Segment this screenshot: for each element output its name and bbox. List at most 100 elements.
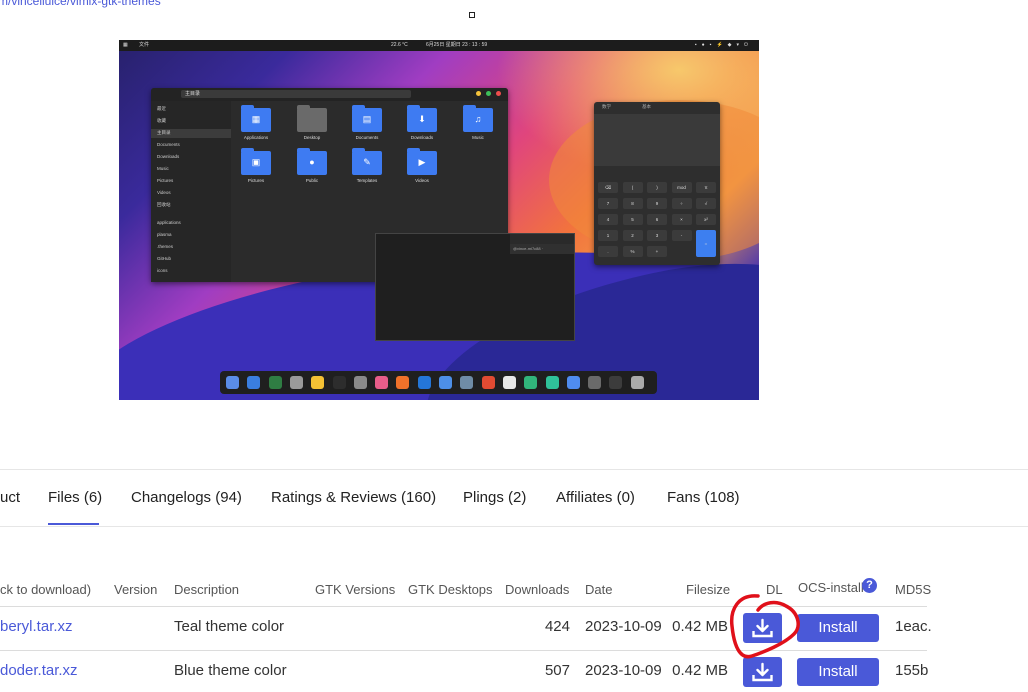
dock-app-icon[interactable] — [332, 376, 346, 389]
calc-key[interactable]: ( — [622, 182, 643, 193]
tab-files[interactable]: Files (6) — [48, 489, 102, 506]
sidebar-item[interactable]: Documents — [157, 142, 180, 147]
col-header-downloads[interactable]: Downloads — [505, 582, 569, 597]
calc-key[interactable]: % — [622, 246, 643, 257]
tab-affiliates[interactable]: Affiliates (0) — [556, 489, 635, 506]
close-dot-icon — [496, 91, 501, 96]
dock-app-icon[interactable] — [396, 376, 410, 389]
dock-app-icon[interactable] — [417, 376, 431, 389]
sidebar-item[interactable]: .themes — [157, 244, 173, 249]
sidebar-item[interactable]: GitHub — [157, 256, 171, 261]
dock-app-icon[interactable] — [311, 376, 325, 389]
dock-app-icon[interactable] — [247, 376, 261, 389]
install-button[interactable]: Install — [797, 658, 879, 686]
tab-fans[interactable]: Fans (108) — [667, 489, 740, 506]
calc-key[interactable]: × — [671, 214, 692, 225]
folder-item[interactable]: ▶ Videos — [404, 148, 440, 183]
folder-item[interactable]: ♫ Music — [460, 105, 496, 140]
calc-key[interactable]: 8 — [622, 198, 643, 209]
folder-item[interactable]: ▣ Pictures — [238, 148, 274, 183]
folder-item[interactable]: ⬇ Downloads — [404, 105, 440, 140]
calculator-window: 数学 基本 ⌫()modπ789÷√456×x²123-0.%+= — [594, 102, 720, 265]
col-header-gtk-desktops[interactable]: GTK Desktops — [408, 582, 493, 597]
dock-app-icon[interactable] — [289, 376, 303, 389]
sidebar-item[interactable]: Music — [157, 166, 169, 171]
template-icon: ✎ — [352, 148, 382, 175]
dock-app-icon[interactable] — [545, 376, 559, 389]
col-header-file[interactable]: ck to download) — [0, 582, 91, 597]
tab-changelogs[interactable]: Changelogs (94) — [131, 489, 242, 506]
help-icon[interactable]: ? — [862, 578, 877, 593]
calc-key[interactable]: 5 — [622, 214, 643, 225]
tab-ratings-reviews[interactable]: Ratings & Reviews (160) — [271, 489, 436, 506]
calc-key[interactable]: 7 — [598, 198, 618, 209]
calc-key[interactable]: π — [696, 182, 716, 193]
active-tab-indicator — [48, 523, 99, 525]
calc-key[interactable]: 6 — [647, 214, 667, 225]
file-date: 2023-10-09 — [585, 618, 662, 635]
file-date: 2023-10-09 — [585, 662, 662, 679]
sidebar-item[interactable]: Pictures — [157, 178, 173, 183]
dock-app-icon[interactable] — [609, 376, 623, 389]
dock-app-icon[interactable] — [353, 376, 367, 389]
calc-key[interactable]: ⌫ — [598, 182, 618, 193]
col-header-gtk-versions[interactable]: GTK Versions — [315, 582, 395, 597]
tab-product[interactable]: uct — [0, 489, 20, 506]
col-header-description[interactable]: Description — [174, 582, 239, 597]
project-url-link[interactable]: m/vinceliuice/vimix-gtk-themes — [0, 0, 161, 8]
calc-key[interactable]: mod — [671, 182, 692, 193]
dock-app-icon[interactable] — [439, 376, 452, 389]
calc-key[interactable]: 9 — [647, 198, 667, 209]
calc-key[interactable]: √ — [696, 198, 716, 209]
calc-key[interactable]: 4 — [598, 214, 618, 225]
theme-screenshot-preview[interactable]: ▦ 文件 22.6 °C 6月25日 星期日 23 : 13 : 59 ▪●▪⚡… — [119, 40, 759, 400]
file-link[interactable]: doder.tar.xz — [0, 662, 78, 679]
dock-app-icon[interactable] — [588, 376, 602, 389]
folder-item[interactable]: ✎ Templates — [349, 148, 385, 183]
download-icon: ⬇ — [407, 105, 437, 132]
calc-key[interactable]: . — [598, 246, 618, 257]
dock-app-icon[interactable] — [566, 376, 580, 389]
calc-key[interactable]: = — [696, 230, 716, 257]
dock-app-icon[interactable] — [226, 376, 239, 389]
dock-app-icon[interactable] — [375, 376, 389, 389]
sidebar-item[interactable]: 最近 — [157, 106, 166, 112]
file-downloads: 507 — [544, 662, 570, 679]
cursor-marker — [469, 12, 475, 18]
sidebar-item[interactable]: icons — [157, 268, 168, 273]
col-header-date[interactable]: Date — [585, 582, 612, 597]
calc-key[interactable]: x² — [696, 214, 716, 225]
folder-item[interactable]: Desktop — [294, 105, 330, 140]
sidebar-item[interactable]: Downloads — [157, 154, 179, 159]
install-button[interactable]: Install — [797, 614, 879, 642]
folder-label: Music — [472, 135, 484, 140]
calc-key[interactable]: 1 — [598, 230, 618, 241]
dock-app-icon[interactable] — [268, 376, 282, 389]
file-md5: 1eac. — [895, 618, 932, 635]
folder-item[interactable]: ● Public — [294, 148, 330, 183]
file-description: Blue theme color — [174, 662, 287, 679]
sidebar-item[interactable]: applications — [157, 220, 181, 225]
folder-item[interactable]: ▤ Documents — [349, 105, 385, 140]
dock-app-icon[interactable] — [524, 376, 538, 389]
calc-key[interactable]: + — [647, 246, 667, 257]
sidebar-item[interactable]: Videos — [157, 190, 171, 195]
calc-key[interactable]: 2 — [622, 230, 643, 241]
file-link[interactable]: beryl.tar.xz — [0, 618, 73, 635]
calc-key[interactable]: ) — [647, 182, 667, 193]
calc-key[interactable]: ÷ — [671, 198, 692, 209]
sidebar-item[interactable]: plasma — [157, 232, 172, 237]
col-header-version[interactable]: Version — [114, 582, 157, 597]
sidebar-item[interactable]: 回收站 — [157, 202, 171, 208]
calc-key[interactable]: - — [671, 230, 692, 241]
tab-plings[interactable]: Plings (2) — [463, 489, 526, 506]
sidebar-item[interactable]: 主目录 — [157, 130, 171, 136]
folder-item[interactable]: ▦ Applications — [238, 105, 274, 140]
calc-display — [594, 114, 720, 166]
dock-app-icon[interactable] — [502, 376, 516, 389]
dock-app-icon[interactable] — [481, 376, 495, 389]
dock-app-icon[interactable] — [460, 376, 474, 389]
dock-app-icon[interactable] — [630, 376, 644, 389]
sidebar-item[interactable]: 收藏 — [157, 118, 166, 124]
calc-key[interactable]: 3 — [647, 230, 667, 241]
